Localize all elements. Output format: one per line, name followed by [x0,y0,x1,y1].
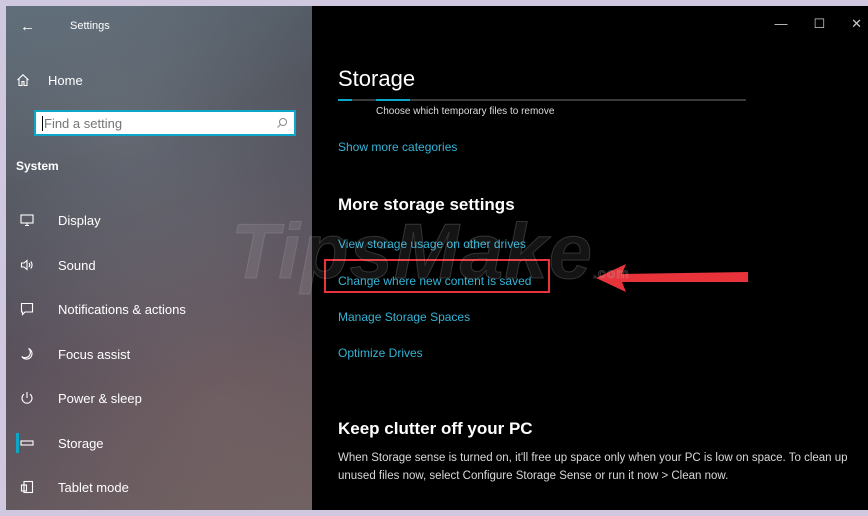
keep-clutter-heading: Keep clutter off your PC [338,419,533,438]
sidebar-item-focus-assist[interactable]: Focus assist [6,336,312,372]
minimize-icon[interactable]: — [774,16,787,32]
tablet-mode-icon [20,480,48,494]
settings-window: ← Settings Home System Display [6,6,868,510]
sidebar-item-label: Display [58,212,101,228]
search-icon[interactable] [276,117,288,129]
home-label: Home [48,72,83,88]
more-storage-settings-heading: More storage settings [338,195,515,214]
active-indicator [16,433,19,453]
sidebar-item-label: Power & sleep [58,390,142,406]
app-title: Settings [70,20,110,32]
sidebar: ← Settings Home System Display [6,6,312,510]
sidebar-item-label: Notifications & actions [58,301,186,317]
sidebar-item-label: Storage [58,435,104,451]
view-storage-other-drives-link[interactable]: View storage usage on other drives [338,237,526,251]
section-title: System [16,159,59,173]
highlight-box [324,259,550,293]
red-arrow-icon [596,264,748,292]
optimize-drives-link[interactable]: Optimize Drives [338,346,423,360]
sound-icon [20,258,48,272]
home-nav[interactable]: Home [16,68,83,92]
sidebar-item-storage[interactable]: Storage [6,425,312,461]
page-title: Storage [338,66,416,91]
notifications-icon [20,302,48,316]
sidebar-item-label: Tablet mode [58,479,129,495]
sidebar-item-tablet-mode[interactable]: Tablet mode [6,469,312,505]
power-icon [20,391,48,405]
sidebar-item-notifications[interactable]: Notifications & actions [6,291,312,327]
sidebar-item-sound[interactable]: Sound [6,247,312,283]
close-icon[interactable]: ✕ [851,16,862,32]
sidebar-item-power-sleep[interactable]: Power & sleep [6,380,312,416]
focus-assist-icon [20,347,48,361]
storage-icon [20,436,48,450]
temp-files-usage-fill [376,99,410,101]
search-input[interactable] [44,115,276,131]
home-icon [17,74,29,87]
storage-usage-fill [338,99,352,101]
main-content: — ☐ ✕ Storage Choose which temporary fil… [312,6,868,510]
temp-files-caption: Choose which temporary files to remove [376,106,555,117]
display-icon [20,213,48,227]
sidebar-item-label: Sound [58,257,96,273]
maximize-icon[interactable]: ☐ [813,16,825,32]
text-cursor [42,115,43,131]
sidebar-item-display[interactable]: Display [6,202,312,238]
keep-clutter-description: When Storage sense is turned on, it'll f… [338,452,848,482]
show-more-categories-link[interactable]: Show more categories [338,140,457,154]
window-controls: — ☐ ✕ [774,16,862,32]
manage-storage-spaces-link[interactable]: Manage Storage Spaces [338,310,470,324]
sidebar-item-label: Focus assist [58,346,131,362]
back-arrow-icon[interactable]: ← [20,18,35,35]
search-box[interactable] [34,110,296,136]
